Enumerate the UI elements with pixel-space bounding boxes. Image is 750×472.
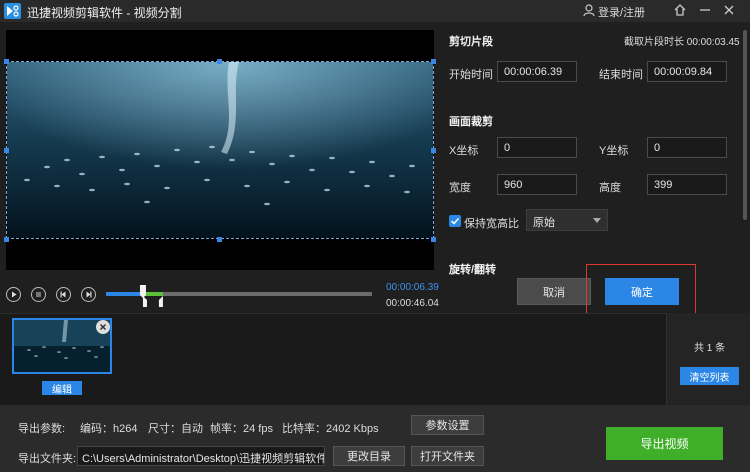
panel-scrollbar[interactable]	[743, 30, 747, 220]
home-icon[interactable]	[673, 3, 687, 17]
export-folder-input[interactable]: C:\Users\Administrator\Desktop\迅捷视频剪辑软件\	[77, 446, 325, 466]
x-coord-label: X坐标	[449, 145, 479, 157]
height-input[interactable]	[647, 174, 727, 195]
crop-handle[interactable]	[431, 237, 436, 242]
crop-handle[interactable]	[431, 148, 436, 153]
end-time-input[interactable]	[647, 61, 727, 82]
height-label: 高度	[599, 182, 621, 194]
crop-handle[interactable]	[217, 59, 222, 64]
clip-duration: 截取片段时长 00:00:03.45	[624, 37, 740, 48]
step-back-icon	[60, 291, 66, 298]
export-size: 尺寸：自动	[148, 423, 203, 435]
width-input[interactable]	[497, 174, 577, 195]
crop-handle[interactable]	[4, 148, 9, 153]
close-icon	[99, 323, 107, 331]
current-time: 00:00:06.39	[386, 282, 439, 293]
ratio-select[interactable]: 原始	[526, 209, 608, 231]
export-video-button[interactable]: 导出视频	[606, 427, 723, 460]
title-bar: 迅捷视频剪辑软件 - 视频分割 登录/注册	[0, 0, 750, 22]
clear-list-button[interactable]: 清空列表	[680, 367, 739, 385]
export-folder-label: 导出文件夹:	[18, 453, 77, 465]
clip-segment-title: 剪切片段	[449, 36, 493, 48]
ratio-select-value: 原始	[533, 217, 555, 229]
minimize-icon[interactable]	[698, 3, 712, 17]
export-fps: 帧率：24 fps	[210, 423, 273, 435]
login-link[interactable]: 登录/注册	[598, 4, 645, 20]
stop-button[interactable]	[31, 287, 46, 302]
cancel-button[interactable]: 取消	[517, 278, 591, 305]
selection-start-handle[interactable]	[142, 296, 147, 307]
video-image	[7, 62, 433, 238]
user-icon[interactable]	[583, 4, 595, 17]
start-time-input[interactable]	[497, 61, 577, 82]
clip-count: 共 1 条	[694, 343, 726, 354]
crop-handle[interactable]	[4, 237, 9, 242]
rotate-title: 旋转/翻转	[449, 264, 497, 276]
keep-ratio-label: 保持宽高比	[464, 218, 519, 230]
close-icon[interactable]	[722, 3, 736, 17]
export-codec: 编码：h264	[80, 423, 138, 435]
app-logo-icon	[4, 3, 21, 19]
open-folder-button[interactable]: 打开文件夹	[411, 446, 484, 466]
crop-handle[interactable]	[4, 59, 9, 64]
stop-icon	[36, 292, 41, 297]
check-icon	[450, 217, 460, 225]
edit-clip-button[interactable]: 编辑	[42, 381, 82, 396]
next-frame-button[interactable]	[81, 287, 96, 302]
timeline[interactable]	[104, 280, 374, 310]
crop-frame[interactable]	[6, 61, 434, 239]
keep-ratio-checkbox[interactable]	[449, 215, 461, 227]
play-button[interactable]	[6, 287, 21, 302]
export-bitrate: 比特率：2402 Kbps	[282, 423, 379, 435]
end-time-label: 结束时间	[599, 69, 643, 81]
play-icon	[12, 291, 17, 298]
start-time-label: 开始时间	[449, 69, 493, 81]
change-directory-button[interactable]: 更改目录	[333, 446, 405, 466]
prev-frame-button[interactable]	[56, 287, 71, 302]
width-label: 宽度	[449, 182, 471, 194]
timeline-progress	[106, 292, 143, 296]
remove-clip-button[interactable]	[96, 320, 110, 334]
crop-title: 画面裁剪	[449, 116, 493, 128]
window-title: 迅捷视频剪辑软件 - 视频分割	[27, 6, 182, 20]
selection-end-handle[interactable]	[158, 296, 163, 307]
x-coord-input[interactable]	[497, 137, 577, 158]
param-settings-button[interactable]: 参数设置	[411, 415, 484, 435]
step-forward-icon	[86, 291, 92, 298]
total-time: 00:00:46.04	[386, 298, 439, 309]
y-coord-label: Y坐标	[599, 145, 629, 157]
y-coord-input[interactable]	[647, 137, 727, 158]
chevron-down-icon	[593, 218, 601, 223]
highlight-annotation	[586, 264, 696, 318]
clip-list-sidebar	[666, 313, 750, 405]
export-params-label: 导出参数:	[18, 423, 66, 435]
crop-handle[interactable]	[431, 59, 436, 64]
crop-handle[interactable]	[217, 237, 222, 242]
